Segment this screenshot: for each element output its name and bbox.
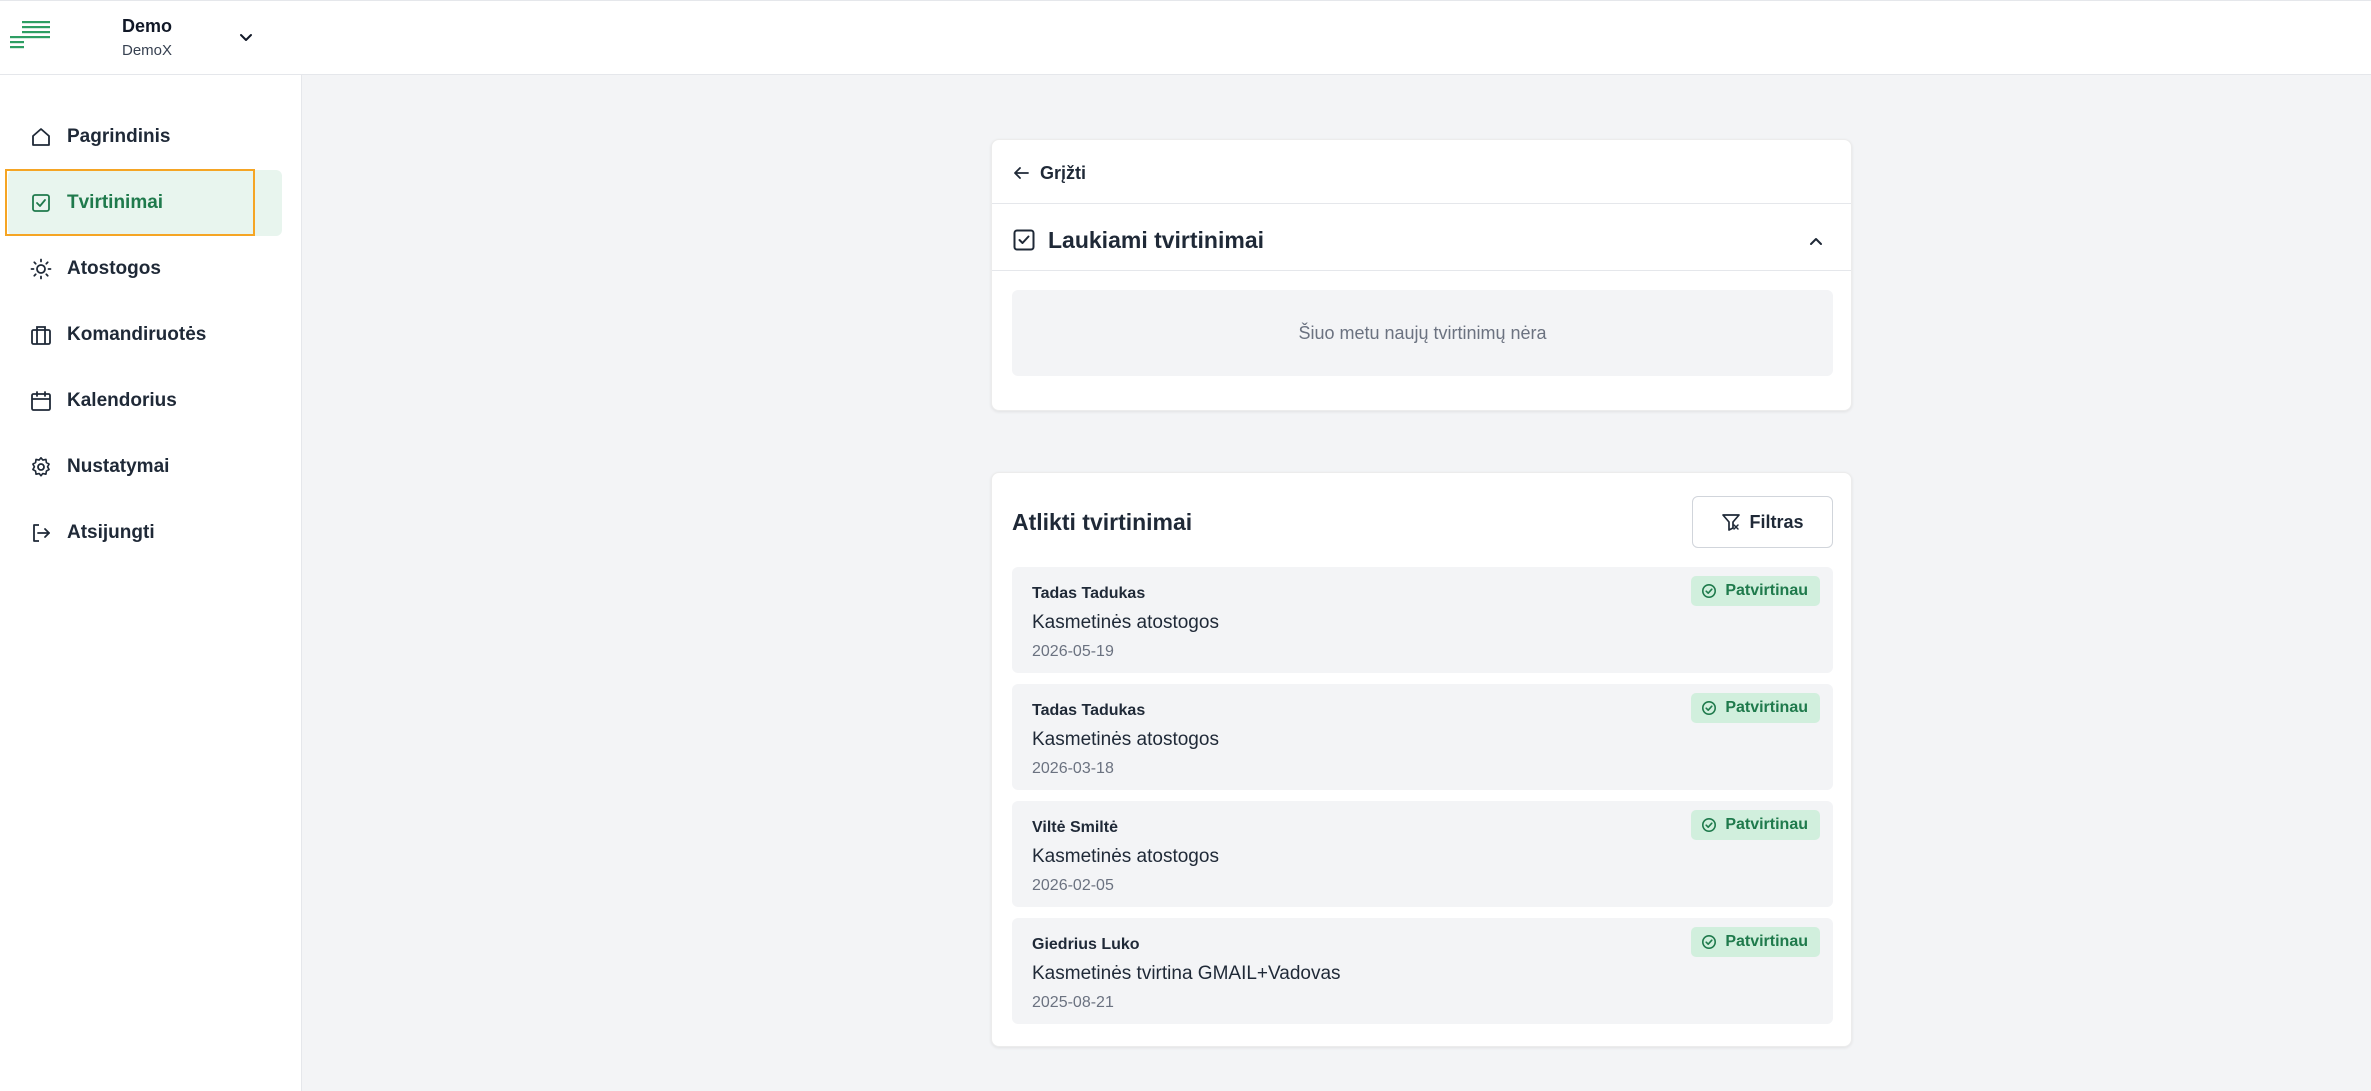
check-circle-icon — [1702, 935, 1717, 949]
sidebar-item-label: Tvirtinimai — [67, 192, 164, 213]
arrow-left-icon — [1014, 167, 1029, 179]
sun-icon — [30, 258, 52, 280]
approval-person: Tadas Tadukas — [1032, 702, 1146, 719]
top-bar: Demo DemoX — [0, 0, 2371, 75]
pending-approvals-card: Grįžti Laukiami tvirtinimai Šiuo metu na… — [991, 139, 1852, 411]
approval-type: Kasmetinės atostogos — [1032, 846, 1219, 867]
approval-type: Kasmetinės tvirtina GMAIL+Vadovas — [1032, 963, 1341, 984]
status-label: Patvirtinau — [1725, 816, 1808, 833]
check-circle-icon — [1702, 584, 1717, 598]
organization-selector[interactable]: Demo DemoX — [122, 15, 172, 62]
chevron-up-icon[interactable] — [1805, 230, 1827, 252]
sidebar-item-nustatymai[interactable]: Nustatymai — [8, 434, 282, 500]
approval-type: Kasmetinės atostogos — [1032, 612, 1219, 633]
sidebar-item-label: Nustatymai — [67, 456, 170, 477]
back-label: Grįžti — [1040, 162, 1087, 183]
status-label: Patvirtinau — [1725, 699, 1808, 716]
sidebar-item-label: Atostogos — [67, 258, 161, 279]
sidebar-item-atsijungti[interactable]: Atsijungti — [8, 500, 282, 566]
approval-person: Tadas Tadukas — [1032, 585, 1146, 602]
sidebar-item-kalendorius[interactable]: Kalendorius — [8, 368, 282, 434]
sidebar-item-pagrindinis[interactable]: Pagrindinis — [8, 104, 282, 170]
approval-date: 2026-03-18 — [1032, 760, 1114, 777]
status-label: Patvirtinau — [1725, 933, 1808, 950]
sidebar-item-label: Komandiruotės — [67, 324, 207, 345]
sidebar-item-label: Atsijungti — [67, 522, 155, 543]
sidebar-item-komandiruotes[interactable]: Komandiruotės — [8, 302, 282, 368]
approval-row[interactable]: Tadas Tadukas Kasmetinės atostogos 2026-… — [1012, 567, 1833, 673]
pending-section-header: Laukiami tvirtinimai — [1012, 222, 1833, 258]
sidebar-item-label: Pagrindinis — [67, 126, 171, 147]
filter-icon — [1722, 514, 1741, 531]
sidebar-item-tvirtinimai[interactable]: Tvirtinimai — [8, 170, 282, 236]
briefcase-icon — [30, 324, 52, 346]
completed-approvals-card: Atlikti tvirtinimai Filtras Tadas Taduka… — [991, 472, 1852, 1047]
sidebar: Pagrindinis Tvirtinimai Atostogos Komand… — [0, 75, 302, 1091]
org-name: Demo — [122, 16, 173, 36]
divider — [992, 203, 1851, 204]
approval-person: Giedrius Luko — [1032, 936, 1140, 953]
calendar-icon — [30, 390, 52, 412]
gear-icon — [30, 456, 52, 478]
approval-date: 2026-05-19 — [1032, 643, 1114, 660]
check-circle-icon — [1702, 818, 1717, 832]
sidebar-item-label: Kalendorius — [67, 390, 177, 411]
approval-person: Viltė Smiltė — [1032, 819, 1118, 836]
empty-state: Šiuo metu naujų tvirtinimų nėra — [1012, 290, 1833, 376]
approval-row[interactable]: Giedrius Luko Kasmetinės tvirtina GMAIL+… — [1012, 918, 1833, 1024]
status-badge: Patvirtinau — [1691, 576, 1820, 606]
status-badge: Patvirtinau — [1691, 693, 1820, 723]
check-square-icon — [1013, 229, 1035, 251]
approval-date: 2025-08-21 — [1032, 994, 1114, 1011]
home-icon — [30, 126, 52, 148]
filter-button[interactable]: Filtras — [1692, 496, 1833, 548]
pending-title: Laukiami tvirtinimai — [1048, 226, 1265, 253]
chevron-down-icon[interactable] — [236, 27, 256, 47]
approval-row[interactable]: Viltė Smiltė Kasmetinės atostogos 2026-0… — [1012, 801, 1833, 907]
check-square-icon — [30, 192, 52, 214]
logout-icon — [30, 522, 52, 544]
status-label: Patvirtinau — [1725, 582, 1808, 599]
app-logo[interactable] — [8, 21, 52, 51]
approval-type: Kasmetinės atostogos — [1032, 729, 1219, 750]
check-circle-icon — [1702, 701, 1717, 715]
approval-date: 2026-02-05 — [1032, 877, 1114, 894]
back-button[interactable]: Grįžti — [1012, 158, 1086, 188]
status-badge: Patvirtinau — [1691, 810, 1820, 840]
approval-row[interactable]: Tadas Tadukas Kasmetinės atostogos 2026-… — [1012, 684, 1833, 790]
sidebar-item-atostogos[interactable]: Atostogos — [8, 236, 282, 302]
status-badge: Patvirtinau — [1691, 927, 1820, 957]
completed-title: Atlikti tvirtinimai — [1012, 509, 1193, 535]
filter-label: Filtras — [1749, 511, 1804, 532]
org-subname: DemoX — [122, 42, 173, 59]
divider — [992, 270, 1851, 271]
